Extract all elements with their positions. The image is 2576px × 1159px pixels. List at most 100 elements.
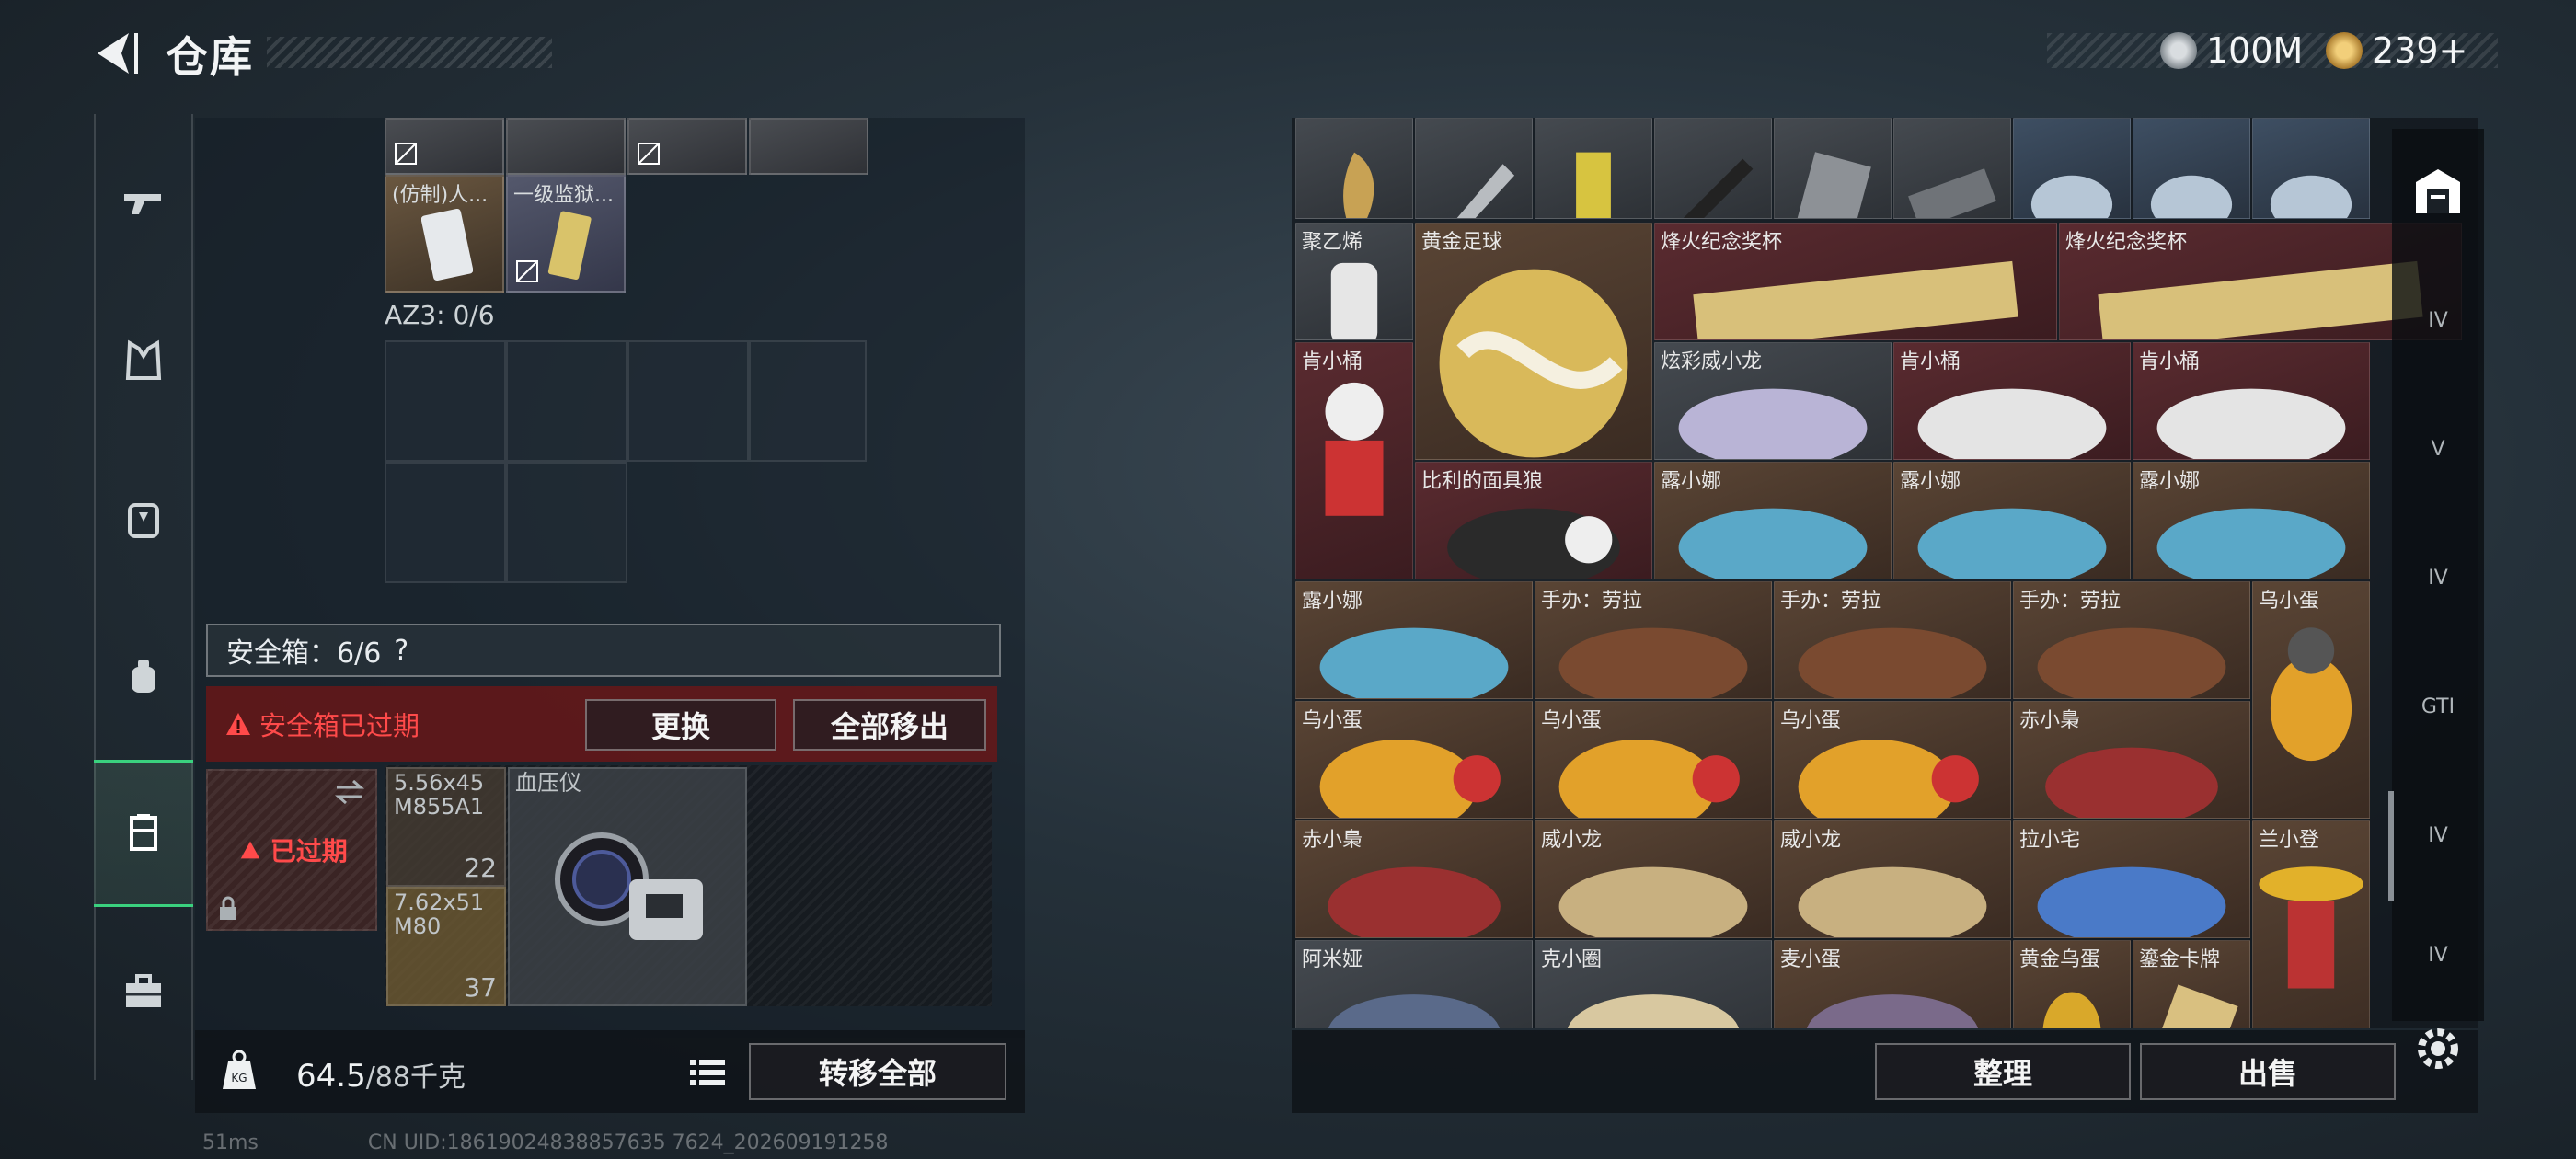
grid-scrollbar[interactable] <box>2388 791 2394 901</box>
grid-item[interactable]: 克小圈 <box>1535 940 1772 1028</box>
move-all-out-button[interactable]: 全部移出 <box>793 699 986 751</box>
item-name: 血压仪 <box>515 770 581 796</box>
grid-item[interactable]: 黄金乌蛋 <box>2013 940 2131 1028</box>
grid-item[interactable]: 肯小桶 <box>1893 342 2131 460</box>
item-name: (仿制)人... <box>392 184 489 207</box>
ram-stick-icon <box>1908 168 1996 218</box>
grid-item[interactable]: 手办：劳拉 <box>1535 581 1772 699</box>
grid-item[interactable]: 炫彩威小龙 <box>1654 342 1892 460</box>
list-view-icon[interactable] <box>684 1054 730 1091</box>
sort-button[interactable]: 整理 <box>1875 1043 2131 1100</box>
help-icon[interactable]: ? <box>394 635 408 667</box>
warehouse-icon <box>2416 169 2460 213</box>
figure-icon <box>1678 508 1868 579</box>
empty-slot[interactable] <box>627 340 749 462</box>
empty-slot[interactable] <box>385 462 506 583</box>
grid-item[interactable]: 肯小桶 <box>1295 342 1413 580</box>
ammo-item[interactable]: 5.56x45 M855A1 22 <box>386 767 506 887</box>
grid-item[interactable]: 阿米娅 <box>1295 940 1533 1028</box>
grid-item[interactable] <box>2252 118 2370 219</box>
figure-icon <box>1798 866 1987 937</box>
grid-item[interactable]: 赤小梟 <box>1295 820 1533 938</box>
filter-slot-5[interactable]: IV <box>2403 800 2473 870</box>
status-footer: 51ms CN UID:18619024838857635 7624_20260… <box>92 1131 889 1154</box>
filter-tag: IV <box>2428 823 2448 847</box>
grid-item[interactable]: 手办：劳拉 <box>2013 581 2250 699</box>
filter-slot-1[interactable]: IV <box>2403 285 2473 355</box>
currency-havoc-coins: 100M <box>2160 29 2303 72</box>
warehouse-grid: 聚乙烯 黄金足球 烽火纪念奖杯 烽火纪念奖杯 肯小桶 炫彩威小龙 肯小桶 肯小桶… <box>1292 118 2478 1028</box>
container-item[interactable]: 一级监狱... <box>506 175 626 293</box>
grid-item[interactable]: 威小龙 <box>1774 820 2011 938</box>
empty-slot[interactable] <box>749 340 867 462</box>
grid-item[interactable]: 乌小蛋 <box>2252 581 2370 819</box>
figure-icon <box>1447 508 1620 579</box>
rail-chest-rig[interactable] <box>94 603 193 751</box>
grid-item[interactable] <box>1295 118 1413 219</box>
grid-item[interactable]: 烽火纪念奖杯 <box>1654 223 2057 340</box>
grid-item[interactable]: 露小娜 <box>1295 581 1533 699</box>
grid-item[interactable]: 乌小蛋 <box>1535 701 1772 819</box>
grid-item[interactable]: 比利的面具狼 <box>1415 462 1652 580</box>
sell-button[interactable]: 出售 <box>2140 1043 2396 1100</box>
grid-item[interactable]: 黄金足球 <box>1415 223 1652 460</box>
filter-slot-6[interactable]: IV <box>2403 920 2473 990</box>
figure-icon <box>1798 627 1987 698</box>
figure-icon <box>1328 866 1501 937</box>
rail-toolbox[interactable] <box>94 918 193 1065</box>
rail-safebox[interactable] <box>94 760 193 907</box>
grid-item[interactable]: 赤小梟 <box>2013 701 2250 819</box>
container-item[interactable] <box>385 118 504 175</box>
grid-item[interactable] <box>1654 118 1772 219</box>
grid-item[interactable]: 聚乙烯 <box>1295 223 1413 340</box>
grid-item[interactable] <box>2133 118 2250 219</box>
blood-pressure-monitor-item[interactable]: 血压仪 <box>508 767 747 1006</box>
empty-slot[interactable] <box>385 340 506 462</box>
grid-item[interactable] <box>1415 118 1533 219</box>
container-item[interactable]: (仿制)人... <box>385 175 504 293</box>
grid-item[interactable] <box>2013 118 2131 219</box>
grid-item[interactable]: 鎏金卡牌 <box>2133 940 2250 1028</box>
grid-item[interactable]: 露小娜 <box>1654 462 1892 580</box>
grid-item[interactable]: 肯小桶 <box>2133 342 2370 460</box>
warehouse-filter-all[interactable] <box>2403 156 2473 226</box>
tin-can-icon <box>2030 175 2113 218</box>
filter-tag: V <box>2431 437 2445 461</box>
grid-item[interactable] <box>1893 118 2011 219</box>
knife-icon <box>1456 164 1515 218</box>
grid-item[interactable]: 麦小蛋 <box>1774 940 2011 1028</box>
grid-item[interactable] <box>1774 118 1892 219</box>
empty-slot[interactable] <box>506 340 627 462</box>
empty-slot[interactable] <box>506 462 627 583</box>
grid-item[interactable] <box>1535 118 1652 219</box>
grid-item[interactable]: 露小娜 <box>1893 462 2131 580</box>
az3-capacity: AZ3: 0/6 <box>385 300 495 330</box>
rail-weapons[interactable] <box>94 129 193 276</box>
container-item[interactable] <box>749 118 868 175</box>
grid-item[interactable]: 拉小宅 <box>2013 820 2250 938</box>
rail-backpack[interactable] <box>94 445 193 592</box>
grid-item[interactable]: 露小娜 <box>2133 462 2370 580</box>
currency2-value: 239+ <box>2372 30 2468 71</box>
grid-item[interactable]: 手办：劳拉 <box>1774 581 2011 699</box>
tin-can-icon <box>2150 175 2233 218</box>
settings-gear-icon[interactable] <box>2410 1021 2466 1076</box>
grid-item[interactable]: 乌小蛋 <box>1295 701 1533 819</box>
back-button[interactable] <box>88 28 144 79</box>
grid-item[interactable]: 乌小蛋 <box>1774 701 2011 819</box>
ammo-item[interactable]: 7.62x51 M80 37 <box>386 887 506 1006</box>
slot-expired-text: 已过期 <box>270 836 348 866</box>
filter-tag: IV <box>2428 308 2448 332</box>
container-item[interactable] <box>506 118 626 175</box>
can-icon <box>1576 152 1611 218</box>
grid-item[interactable]: 威小龙 <box>1535 820 1772 938</box>
filter-slot-2[interactable]: V <box>2403 414 2473 484</box>
container-item[interactable] <box>627 118 747 175</box>
rail-armor[interactable] <box>94 287 193 434</box>
filter-slot-3[interactable]: IV <box>2403 543 2473 613</box>
transfer-all-button[interactable]: 转移全部 <box>749 1043 1006 1100</box>
replace-button[interactable]: 更换 <box>585 699 776 751</box>
figure-icon <box>1558 866 1748 937</box>
filter-slot-4[interactable]: GTI <box>2403 671 2473 741</box>
grid-item[interactable]: 兰小登 <box>2252 820 2370 1028</box>
